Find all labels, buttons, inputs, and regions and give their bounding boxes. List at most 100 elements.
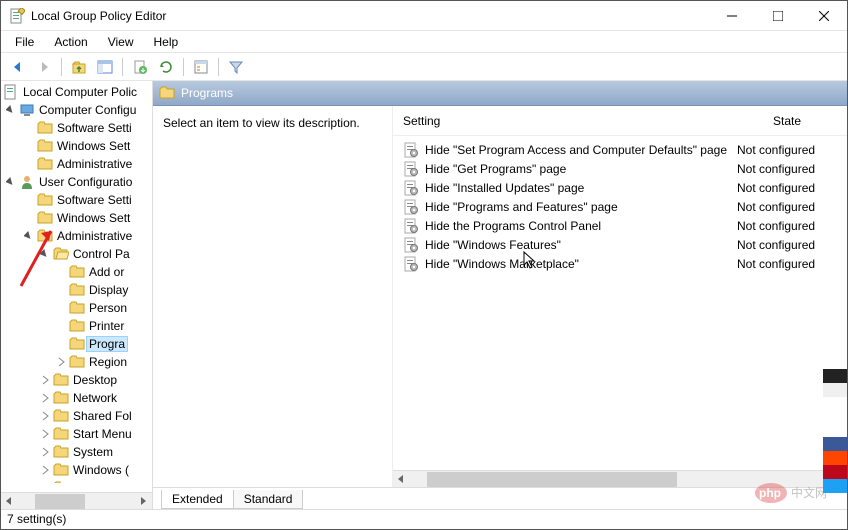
- folder-icon: [69, 354, 85, 370]
- setting-state: Not configured: [737, 257, 837, 271]
- tree-item[interactable]: Progra: [1, 335, 152, 353]
- tree-control-panel[interactable]: Control Pa: [1, 245, 152, 263]
- toolbar-separator: [218, 58, 219, 76]
- setting-icon: [403, 237, 419, 253]
- setting-label: Hide "Windows Features": [425, 238, 737, 252]
- setting-row[interactable]: Hide "Windows Features"Not configured: [403, 235, 837, 254]
- tree-root[interactable]: Local Computer Polic: [1, 83, 152, 101]
- column-state[interactable]: State: [737, 114, 837, 128]
- close-button[interactable]: [801, 1, 847, 31]
- folder-icon: [53, 372, 69, 388]
- tree-item[interactable]: Region: [1, 353, 152, 371]
- tree-item[interactable]: Software Setti: [1, 119, 152, 137]
- setting-row[interactable]: Hide "Set Program Access and Computer De…: [403, 140, 837, 159]
- filter-button[interactable]: [225, 56, 247, 78]
- expand-icon[interactable]: [39, 392, 51, 404]
- main-header-title: Programs: [181, 86, 233, 100]
- tree-label: Network: [73, 391, 117, 405]
- tree-label: Software Setti: [57, 193, 132, 207]
- tree-label: Software Setti: [57, 121, 132, 135]
- expand-icon[interactable]: [23, 230, 35, 242]
- main-header: Programs: [153, 81, 847, 106]
- tree-item[interactable]: Windows (: [1, 461, 152, 479]
- setting-icon: [403, 161, 419, 177]
- folder-icon: [53, 408, 69, 424]
- tree-item[interactable]: Software Setti: [1, 191, 152, 209]
- folder-icon: [53, 462, 69, 478]
- folder-icon: [37, 210, 53, 226]
- tree-item[interactable]: Printer: [1, 317, 152, 335]
- tree-item[interactable]: Windows Sett: [1, 137, 152, 155]
- tree-item[interactable]: All C ...: [1, 479, 152, 483]
- expand-icon[interactable]: [39, 464, 51, 476]
- menu-action[interactable]: Action: [46, 33, 95, 51]
- expand-icon[interactable]: [39, 374, 51, 386]
- tree-label: System: [73, 445, 113, 459]
- up-button[interactable]: [68, 56, 90, 78]
- refresh-button[interactable]: [155, 56, 177, 78]
- policy-icon: [3, 84, 19, 100]
- setting-icon: [403, 180, 419, 196]
- tree-item[interactable]: Display: [1, 281, 152, 299]
- setting-icon: [403, 199, 419, 215]
- tree-computer-config[interactable]: Computer Configu: [1, 101, 152, 119]
- scroll-right-icon[interactable]: [135, 493, 152, 510]
- tree-item[interactable]: Windows Sett: [1, 209, 152, 227]
- export-button[interactable]: [129, 56, 151, 78]
- tree-label: Start Menu: [73, 427, 132, 441]
- column-setting[interactable]: Setting: [403, 114, 737, 128]
- setting-state: Not configured: [737, 200, 837, 214]
- tree-item[interactable]: Administrative: [1, 227, 152, 245]
- scrollbar-thumb[interactable]: [35, 494, 85, 509]
- scroll-right-icon[interactable]: [830, 471, 847, 488]
- scrollbar-thumb[interactable]: [427, 472, 677, 487]
- collapse-icon[interactable]: [5, 176, 17, 188]
- setting-row[interactable]: Hide "Programs and Features" pageNot con…: [403, 197, 837, 216]
- tree-user-config[interactable]: User Configuratio: [1, 173, 152, 191]
- tree-item[interactable]: Start Menu: [1, 425, 152, 443]
- menu-file[interactable]: File: [7, 33, 42, 51]
- tab-standard[interactable]: Standard: [233, 490, 304, 509]
- list-scrollbar-horizontal[interactable]: [393, 470, 847, 487]
- setting-row[interactable]: Hide the Programs Control PanelNot confi…: [403, 216, 837, 235]
- expand-icon[interactable]: [39, 446, 51, 458]
- setting-state: Not configured: [737, 162, 837, 176]
- tree-item[interactable]: Person: [1, 299, 152, 317]
- setting-icon: [403, 142, 419, 158]
- tree-item[interactable]: Network: [1, 389, 152, 407]
- tree-scrollbar-horizontal[interactable]: [1, 492, 152, 509]
- setting-row[interactable]: Hide "Get Programs" pageNot configured: [403, 159, 837, 178]
- show-hide-tree-button[interactable]: [94, 56, 116, 78]
- setting-label: Hide "Set Program Access and Computer De…: [425, 143, 737, 157]
- menu-help[interactable]: Help: [146, 33, 187, 51]
- scroll-left-icon[interactable]: [393, 471, 410, 488]
- tree-item[interactable]: Shared Fol: [1, 407, 152, 425]
- tree-item[interactable]: Add or: [1, 263, 152, 281]
- folder-icon: [37, 156, 53, 172]
- setting-state: Not configured: [737, 238, 837, 252]
- expand-icon[interactable]: [39, 428, 51, 440]
- toolbar-separator: [122, 58, 123, 76]
- tree-label: User Configuratio: [39, 175, 132, 189]
- status-bar: 7 setting(s): [1, 509, 847, 529]
- setting-icon: [403, 218, 419, 234]
- tree-item[interactable]: System: [1, 443, 152, 461]
- menu-view[interactable]: View: [100, 33, 142, 51]
- back-button[interactable]: [7, 56, 29, 78]
- scroll-left-icon[interactable]: [1, 493, 18, 510]
- tab-extended[interactable]: Extended: [161, 490, 234, 509]
- tree-item[interactable]: Desktop: [1, 371, 152, 389]
- properties-button[interactable]: [190, 56, 212, 78]
- folder-icon: [159, 85, 175, 101]
- tree-label: Control Pa: [73, 247, 130, 261]
- collapse-icon[interactable]: [39, 248, 51, 260]
- maximize-button[interactable]: [755, 1, 801, 31]
- tree-item[interactable]: Administrative: [1, 155, 152, 173]
- expand-icon[interactable]: [39, 410, 51, 422]
- setting-row[interactable]: Hide "Windows Marketplace"Not configured: [403, 254, 837, 273]
- minimize-button[interactable]: [709, 1, 755, 31]
- setting-row[interactable]: Hide "Installed Updates" pageNot configu…: [403, 178, 837, 197]
- expand-icon[interactable]: [55, 356, 67, 368]
- forward-button[interactable]: [33, 56, 55, 78]
- collapse-icon[interactable]: [5, 104, 17, 116]
